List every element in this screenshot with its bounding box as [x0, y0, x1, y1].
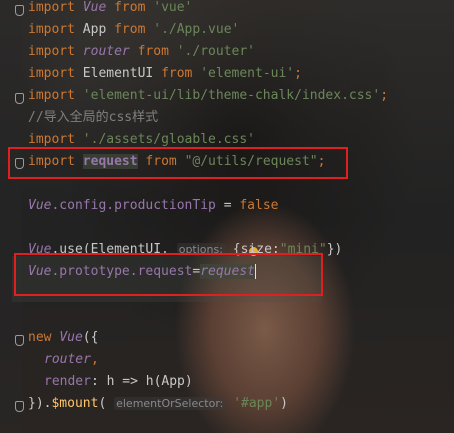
identifier: ElementUI	[82, 66, 154, 81]
string: 'element-ui'	[200, 66, 295, 81]
property: .config.productionTip	[51, 198, 216, 213]
identifier: App	[82, 22, 107, 37]
expression: : h => h(App)	[90, 374, 193, 389]
parameter-hint: elementOrSelector:	[114, 397, 226, 410]
code-line[interactable]: router,	[44, 350, 99, 370]
keyword: new	[28, 330, 52, 345]
annotation-box-import	[8, 147, 348, 179]
keyword: import	[28, 88, 75, 103]
property: render	[44, 374, 91, 389]
semicolon: ;	[294, 66, 302, 81]
keyword: import	[28, 22, 75, 37]
code-line[interactable]: new Vue({	[28, 328, 98, 348]
code-line[interactable]: import ElementUI from 'element-ui';	[28, 64, 302, 84]
string: 'vue'	[153, 0, 193, 15]
string: 'element-ui/lib/theme-chalk/index.css'	[82, 88, 381, 103]
punctuation: ,	[90, 352, 99, 367]
code-line[interactable]: render: h => h(App)	[44, 372, 193, 392]
semicolon: ;	[380, 88, 389, 103]
code-line[interactable]: import 'element-ui/lib/theme-chalk/index…	[28, 86, 388, 106]
punctuation: })	[326, 242, 343, 257]
comment: //导入全局的css样式	[28, 110, 159, 125]
fold-marker-icon[interactable]	[15, 5, 24, 16]
method: $mount	[51, 396, 99, 411]
operator: =	[223, 198, 232, 213]
string: './router'	[176, 44, 256, 59]
identifier: Vue	[82, 0, 107, 15]
keyword: from	[161, 66, 193, 81]
punctuation: (	[98, 396, 107, 411]
keyword: import	[28, 66, 75, 81]
code-line[interactable]: import App from './App.vue'	[28, 20, 239, 40]
keyword: import	[28, 0, 75, 15]
annotation-box-prototype	[14, 253, 323, 296]
string: './assets/gloable.css'	[82, 132, 255, 147]
punctuation: ({	[82, 330, 99, 345]
punctuation: )	[280, 396, 288, 411]
keyword: import	[28, 132, 75, 147]
keyword: from	[114, 22, 146, 37]
fold-marker-icon[interactable]	[15, 401, 24, 412]
identifier: Vue	[28, 198, 52, 213]
string: './App.vue'	[153, 22, 240, 37]
keyword: from	[137, 44, 169, 59]
keyword: false	[239, 198, 279, 213]
code-line[interactable]: }).$mount( elementOrSelector: '#app')	[28, 394, 288, 414]
fold-marker-icon[interactable]	[15, 335, 24, 346]
identifier: Vue	[59, 330, 83, 345]
string: '#app'	[233, 396, 281, 411]
property: router	[44, 352, 91, 367]
code-line[interactable]: import router from './router'	[28, 42, 255, 62]
editor-gutter	[0, 0, 22, 433]
keyword: from	[114, 0, 146, 15]
code-line[interactable]: //导入全局的css样式	[28, 108, 158, 128]
identifier: router	[82, 44, 130, 59]
code-line[interactable]: import Vue from 'vue'	[28, 0, 192, 18]
code-line[interactable]: Vue.config.productionTip = false	[28, 196, 278, 216]
keyword: import	[28, 44, 75, 59]
fold-marker-icon[interactable]	[15, 93, 24, 104]
punctuation: }).	[28, 396, 52, 411]
